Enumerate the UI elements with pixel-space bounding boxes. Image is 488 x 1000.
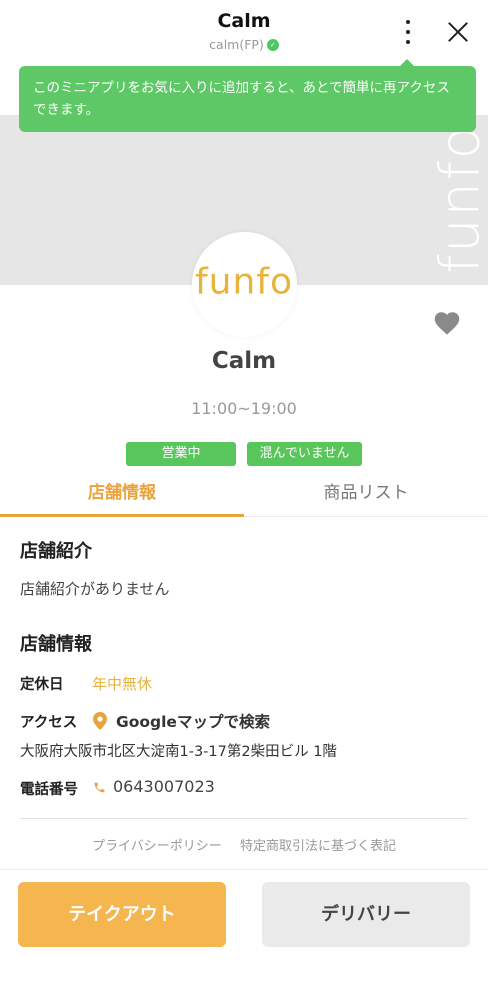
map-pin-icon [93,712,107,730]
delivery-button[interactable]: デリバリー [262,882,470,947]
heart-icon [434,312,460,335]
banner-watermark: funfo [388,115,488,285]
status-badge-crowd: 混んでいません [247,442,362,466]
more-dot-icon [406,40,410,44]
more-dot-icon [406,30,410,34]
access-label: アクセス [20,715,78,731]
more-dot-icon [406,20,410,24]
tooltip-text: このミニアプリをお気に入りに追加すると、あとで簡単に再アクセスできます。 [33,80,450,118]
section-divider [20,818,468,819]
commerce-law-link[interactable]: 特定商取引法に基づく表記 [240,839,396,854]
tab-product-list[interactable]: 商品リスト [244,472,488,517]
favorite-hint-tooltip: このミニアプリをお気に入りに追加すると、あとで簡単に再アクセスできます。 [19,59,476,132]
holiday-value: 年中無休 [92,675,153,693]
google-maps-link-label: Googleマップで検索 [116,713,270,731]
tab-bar: 店舗情報 商品リスト [0,472,488,517]
privacy-policy-link[interactable]: プライバシーポリシー [92,839,222,854]
bottom-action-bar: テイクアウト デリバリー [0,869,488,1000]
favorite-button[interactable] [433,310,461,336]
phone-label: 電話番号 [20,782,78,798]
store-address: 大阪府大阪市北区大淀南1-3-17第2柴田ビル 1階 [20,744,337,760]
intro-text: 店舗紹介がありません [20,580,170,598]
tab-store-info[interactable]: 店舗情報 [0,472,244,517]
takeout-button[interactable]: テイクアウト [18,882,226,947]
close-button[interactable] [444,18,472,46]
holiday-label: 定休日 [20,677,64,693]
app-header: Calm calm(FP) ✓ [0,0,488,62]
status-badge-open: 営業中 [126,442,236,466]
banner-watermark-text: funfo [428,124,488,274]
info-heading: 店舗情報 [20,634,92,655]
footer-links: プライバシーポリシー 特定商取引法に基づく表記 [0,835,488,854]
phone-number: 0643007023 [113,777,215,796]
store-name: Calm [211,348,277,374]
verified-badge-icon: ✓ [266,38,279,51]
intro-heading: 店舗紹介 [20,541,92,562]
store-logo-text: funfo [194,261,294,303]
more-options-button[interactable] [395,16,421,48]
business-hours: 11:00~19:00 [191,399,297,418]
account-name: calm(FP) [209,37,264,52]
phone-icon [94,782,105,793]
store-logo: funfo [192,232,297,337]
